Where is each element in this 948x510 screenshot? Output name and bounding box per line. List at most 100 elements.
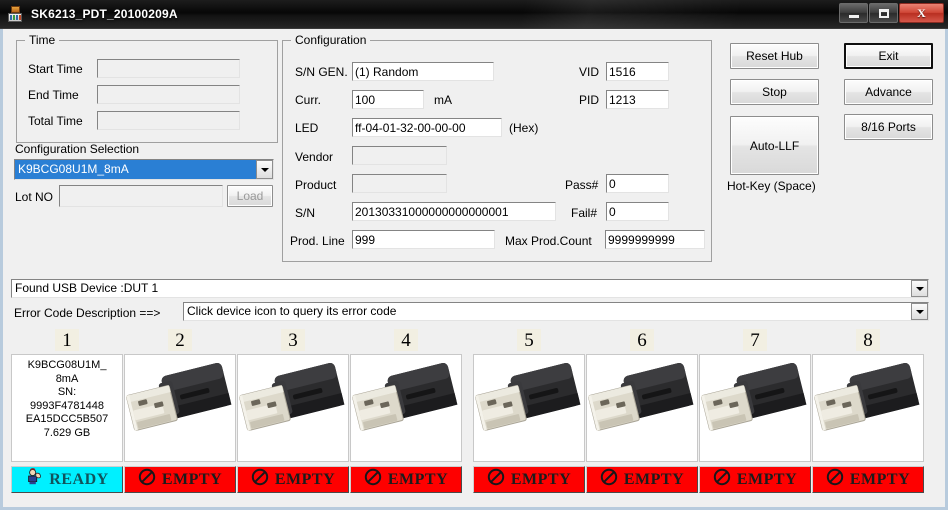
total-time-label: Total Time [28,114,83,128]
device-slot[interactable]: 3 EMPTY [237,329,349,493]
close-button[interactable]: X [899,3,944,23]
slot-device-panel[interactable] [124,354,236,462]
fail-count-field[interactable]: 0 [606,202,669,221]
device-slot[interactable]: 2 EMPTY [124,329,236,493]
no-entry-icon [713,468,731,491]
no-entry-icon [364,468,382,491]
device-status-bar[interactable]: Found USB Device :DUT 1 [11,279,929,298]
no-entry-icon [487,468,505,491]
window-title: SK6213_PDT_20100209A [31,7,178,21]
slot-info-line: 8mA [55,372,79,385]
stop-button[interactable]: Stop [730,79,819,105]
ports-button[interactable]: 8/16 Ports [844,114,933,140]
close-icon: X [917,6,926,20]
error-code-text: Click device icon to query its error cod… [187,304,397,318]
slot-status-label: EMPTY [849,470,911,488]
curr-field[interactable]: 100 [352,90,424,109]
slot-number: 1 [55,329,79,351]
device-slot[interactable]: 8 EMPTY [812,329,924,493]
slot-device-panel[interactable] [350,354,462,462]
slot-info-line: SN: [57,386,77,398]
chevron-down-icon[interactable] [911,280,928,297]
curr-label: Curr. [295,93,322,107]
slot-device-info: K9BCG08U1M_ 8mA SN: 9993F4781448 EA15DCC5B50… [12,355,122,440]
vendor-field[interactable] [352,146,447,165]
title-bar: SK6213_PDT_20100209A X [0,0,948,29]
time-group: Time Start Time End Time Total Time [16,33,278,143]
minimize-button[interactable] [839,3,868,23]
slot-status-badge[interactable]: EMPTY [237,466,349,493]
slot-status-label: EMPTY [387,470,449,488]
auto-llf-button[interactable]: Auto-LLF [730,116,819,175]
ready-hand-icon [25,468,43,491]
slot-device-panel[interactable] [812,354,924,462]
max-prod-count-field[interactable]: 9999999999 [605,230,705,249]
slot-device-panel[interactable]: K9BCG08U1M_ 8mA SN: 9993F4781448 EA15DCC5B50… [11,354,123,462]
slot-status-badge[interactable]: EMPTY [350,466,462,493]
slot-status-badge[interactable]: READY [11,466,123,493]
configuration-selection-combo[interactable]: K9BCG08U1M_8mA [14,159,274,180]
lot-no-input[interactable] [59,185,223,207]
slot-info-line: K9BCG08U1M_ [27,359,107,371]
led-unit-label: (Hex) [509,121,539,135]
no-entry-icon [826,468,844,491]
slot-status-badge[interactable]: EMPTY [124,466,236,493]
end-time-label: End Time [28,88,79,102]
load-button[interactable]: Load [227,185,273,207]
device-slot[interactable]: 5 EMPTY [473,329,585,493]
sn-gen-field[interactable]: (1) Random [352,62,494,81]
slot-device-panel[interactable] [699,354,811,462]
device-slot[interactable]: 4 EMPTY [350,329,462,493]
slot-device-panel[interactable] [586,354,698,462]
slot-info-line: EA15DCC5B507 [25,413,109,425]
slot-status-label: EMPTY [510,470,572,488]
time-group-legend: Time [25,33,60,47]
slot-device-panel[interactable] [237,354,349,462]
hotkey-hint-label: Hot-Key (Space) [727,179,816,193]
slot-number: 4 [394,329,418,351]
application-window: SK6213_PDT_20100209A X Time Start Time E… [0,0,948,510]
slot-status-badge[interactable]: EMPTY [473,466,585,493]
led-field[interactable]: ff-04-01-32-00-00-00 [352,118,502,137]
vid-label: VID [579,65,600,79]
vid-field[interactable]: 1516 [606,62,669,81]
configuration-selection-value: K9BCG08U1M_8mA [15,160,256,179]
pid-field[interactable]: 1213 [606,90,669,109]
window-controls: X [839,3,944,23]
reset-hub-button[interactable]: Reset Hub [730,43,819,69]
device-slot[interactable]: 7 EMPTY [699,329,811,493]
sn-field[interactable]: 20130331000000000000001 [352,202,556,221]
pass-count-field[interactable]: 0 [606,174,669,193]
no-entry-icon [138,468,156,491]
device-slot[interactable]: 1 K9BCG08U1M_ 8mA SN: 9993F4781448 EA15DCC5B5… [11,329,123,493]
product-field[interactable] [352,174,447,193]
prod-line-field[interactable]: 999 [352,230,495,249]
slot-device-panel[interactable] [473,354,585,462]
lot-no-label: Lot NO [15,190,54,204]
chevron-down-icon[interactable] [256,160,273,179]
end-time-field[interactable] [97,85,240,104]
advance-button[interactable]: Advance [844,79,933,105]
slot-number: 6 [630,329,654,351]
start-time-field[interactable] [97,59,240,78]
slot-status-badge[interactable]: EMPTY [699,466,811,493]
fail-count-label: Fail# [571,206,598,220]
device-slot[interactable]: 6 EMPTY [586,329,698,493]
start-time-label: Start Time [28,62,83,76]
configuration-selection-label: Configuration Selection [15,142,140,156]
slot-status-label: EMPTY [274,470,336,488]
no-entry-icon [600,468,618,491]
slot-status-label: EMPTY [623,470,685,488]
error-code-bar[interactable]: Click device icon to query its error cod… [183,302,929,321]
pass-count-label: Pass# [565,178,599,192]
chevron-down-icon[interactable] [911,303,928,320]
application-chip-icon [8,6,24,22]
slot-info-line: 9993F4781448 [29,399,104,412]
exit-button[interactable]: Exit [844,43,933,69]
total-time-field[interactable] [97,111,240,130]
slot-status-badge[interactable]: EMPTY [812,466,924,493]
maximize-button[interactable] [869,3,898,23]
device-slot-panel: 1 K9BCG08U1M_ 8mA SN: 9993F4781448 EA15DCC5B5… [3,329,945,507]
slot-status-badge[interactable]: EMPTY [586,466,698,493]
error-code-description-label: Error Code Description ==> [14,306,161,320]
